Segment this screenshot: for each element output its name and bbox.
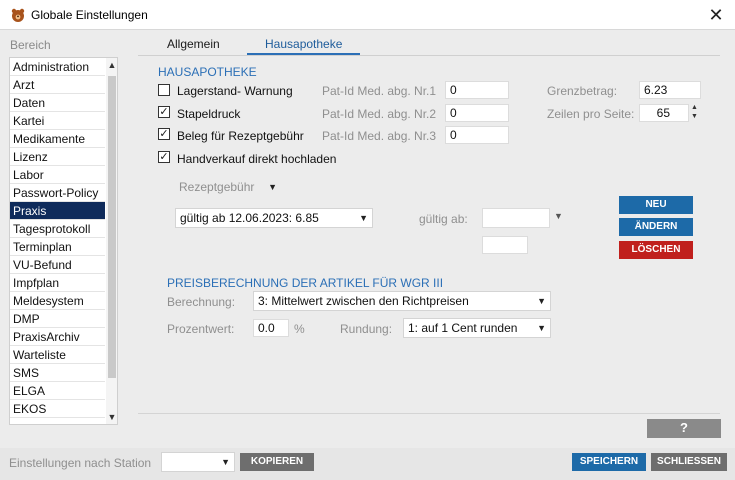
prozentwert-label: Prozentwert: xyxy=(167,322,235,336)
extra-input[interactable] xyxy=(482,236,528,254)
gueltig-ab-label: gültig ab: xyxy=(419,212,468,226)
app-icon xyxy=(10,7,26,23)
sidebar-item-arzt[interactable]: Arzt xyxy=(10,76,105,94)
station-label: Einstellungen nach Station xyxy=(9,456,152,470)
zeilen-input[interactable]: 65 xyxy=(639,104,689,122)
spin-up-icon[interactable]: ▲ xyxy=(691,104,698,111)
sidebar-item-sms[interactable]: SMS xyxy=(10,364,105,382)
prozentwert-input[interactable]: 0.0 xyxy=(253,319,289,337)
title-bar: Globale Einstellungen ✕ xyxy=(0,0,735,30)
sidebar-item-tagesprotokoll[interactable]: Tagesprotokoll xyxy=(10,220,105,238)
patid-3-label: Pat-Id Med. abg. Nr.3 xyxy=(322,129,437,143)
section-header-hausapotheke: HAUSAPOTHEKE xyxy=(158,65,257,79)
checkbox-handverkauf-hochladen[interactable]: ✓ xyxy=(158,151,170,163)
patid-3-input[interactable]: 0 xyxy=(445,126,509,144)
checkbox-stapeldruck[interactable]: ✓ xyxy=(158,106,170,118)
station-select[interactable]: ▼ xyxy=(161,452,235,472)
checkbox-lagerstand-warnung[interactable] xyxy=(158,84,170,96)
sidebar-label: Bereich xyxy=(10,38,51,52)
checkbox-beleg-rezeptgebuehr[interactable]: ✓ xyxy=(158,128,170,140)
gueltig-ab-date-select[interactable] xyxy=(482,208,550,228)
sidebar-item-warteliste[interactable]: Warteliste xyxy=(10,346,105,364)
loeschen-button[interactable]: LÖSCHEN xyxy=(619,241,693,259)
gueltig-ab-value: gültig ab 12.06.2023: 6.85 xyxy=(180,211,319,225)
sidebar-item-terminplan[interactable]: Terminplan xyxy=(10,238,105,256)
sidebar-item-impfplan[interactable]: Impfplan xyxy=(10,274,105,292)
sidebar-scrollbar[interactable]: ▲ ▼ xyxy=(106,58,117,424)
spin-down-icon[interactable]: ▼ xyxy=(691,113,698,120)
sidebar-item-daten[interactable]: Daten xyxy=(10,94,105,112)
sidebar-item-praxisarchiv[interactable]: PraxisArchiv xyxy=(10,328,105,346)
rezeptgebuehr-value: Rezeptgebühr xyxy=(179,180,255,194)
content-divider xyxy=(138,413,720,414)
chevron-down-icon: ▼ xyxy=(359,213,368,223)
grenzbetrag-input[interactable]: 6.23 xyxy=(639,81,701,99)
berechnung-select[interactable]: 3: Mittelwert zwischen den Richtpreisen … xyxy=(253,291,551,311)
aendern-button[interactable]: ÄNDERN xyxy=(619,218,693,236)
tab-hausapotheke[interactable]: Hausapotheke xyxy=(247,37,361,55)
checkbox-label: Stapeldruck xyxy=(177,107,241,121)
sidebar-item-passwort-policy[interactable]: Passwort-Policy xyxy=(10,184,105,202)
patid-1-label: Pat-Id Med. abg. Nr.1 xyxy=(322,84,437,98)
tab-divider xyxy=(138,55,720,56)
sidebar-item-labor[interactable]: Labor xyxy=(10,166,105,184)
rundung-value: 1: auf 1 Cent runden xyxy=(408,321,518,335)
sidebar-item-elga[interactable]: ELGA xyxy=(10,382,105,400)
neu-button[interactable]: NEU xyxy=(619,196,693,214)
chevron-down-icon: ▼ xyxy=(221,457,230,467)
rezeptgebuehr-select[interactable]: Rezeptgebühr ▼ xyxy=(175,177,281,197)
percent-unit: % xyxy=(294,322,305,336)
schliessen-button[interactable]: SCHLIESSEN xyxy=(651,453,727,471)
section-header-preisberechnung: PREISBERECHNUNG DER ARTIKEL FÜR WGR III xyxy=(167,276,444,290)
sidebar-item-lizenz[interactable]: Lizenz xyxy=(10,148,105,166)
close-button[interactable]: ✕ xyxy=(705,4,727,26)
rundung-label: Rundung: xyxy=(340,322,393,336)
grenzbetrag-label: Grenzbetrag: xyxy=(547,84,618,98)
sidebar-item-meldesystem[interactable]: Meldesystem xyxy=(10,292,105,310)
sidebar-list[interactable]: Administration Arzt Daten Kartei Medikam… xyxy=(9,57,118,425)
berechnung-label: Berechnung: xyxy=(167,295,236,309)
patid-1-input[interactable]: 0 xyxy=(445,81,509,99)
chevron-down-icon: ▼ xyxy=(268,182,277,192)
sidebar-item-medikamente[interactable]: Medikamente xyxy=(10,130,105,148)
sidebar-item-ekos[interactable]: EKOS xyxy=(10,400,105,418)
scroll-up-icon[interactable]: ▲ xyxy=(106,58,117,72)
chevron-down-icon: ▼ xyxy=(537,296,546,306)
sidebar-item-vu-befund[interactable]: VU-Befund xyxy=(10,256,105,274)
scroll-down-icon[interactable]: ▼ xyxy=(106,410,117,424)
sidebar-item-kartei[interactable]: Kartei xyxy=(10,112,105,130)
patid-2-input[interactable]: 0 xyxy=(445,104,509,122)
rundung-select[interactable]: 1: auf 1 Cent runden ▼ xyxy=(403,318,551,338)
berechnung-value: 3: Mittelwert zwischen den Richtpreisen xyxy=(258,294,469,308)
sidebar-item-praxis[interactable]: Praxis xyxy=(10,202,105,220)
checkbox-label: Lagerstand- Warnung xyxy=(177,84,293,98)
sidebar-item-administration[interactable]: Administration xyxy=(10,58,105,76)
gueltig-ab-select[interactable]: gültig ab 12.06.2023: 6.85 ▼ xyxy=(175,208,373,228)
speichern-button[interactable]: SPEICHERN xyxy=(572,453,646,471)
scrollbar-thumb[interactable] xyxy=(108,76,116,378)
chevron-down-icon[interactable]: ▼ xyxy=(554,211,563,221)
tab-allgemein[interactable]: Allgemein xyxy=(167,37,220,55)
patid-2-label: Pat-Id Med. abg. Nr.2 xyxy=(322,107,437,121)
checkbox-label: Beleg für Rezeptgebühr xyxy=(177,129,304,143)
zeilen-label: Zeilen pro Seite: xyxy=(547,107,635,121)
chevron-down-icon: ▼ xyxy=(537,323,546,333)
checkbox-label: Handverkauf direkt hochladen xyxy=(177,152,337,166)
kopieren-button[interactable]: KOPIEREN xyxy=(240,453,314,471)
window-title: Globale Einstellungen xyxy=(31,8,148,22)
help-button[interactable]: ? xyxy=(647,419,721,438)
sidebar-item-dmp[interactable]: DMP xyxy=(10,310,105,328)
